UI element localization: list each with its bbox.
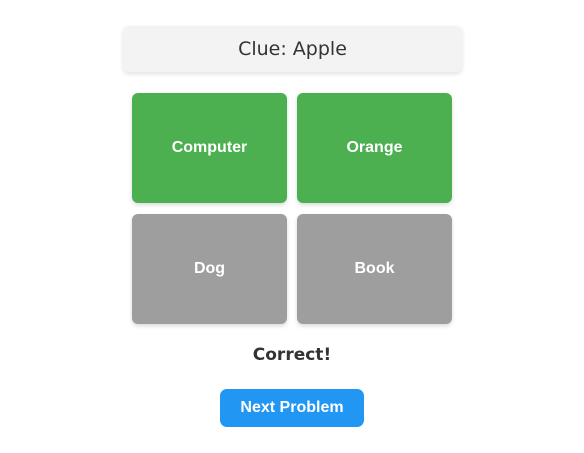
word-card-book[interactable]: Book <box>297 214 452 324</box>
game-board: Clue: Apple Computer Orange Dog Book Cor… <box>0 0 584 453</box>
clue-text: Clue: Apple <box>238 38 347 60</box>
word-card-computer[interactable]: Computer <box>132 93 287 203</box>
word-card-label: Dog <box>193 260 226 277</box>
word-card-label: Orange <box>346 139 403 156</box>
word-card-grid: Computer Orange Dog Book <box>132 93 452 324</box>
word-card-label: Computer <box>171 139 248 156</box>
clue-banner: Clue: Apple <box>123 26 462 72</box>
word-card-orange[interactable]: Orange <box>297 93 452 203</box>
word-card-dog[interactable]: Dog <box>132 214 287 324</box>
word-card-label: Book <box>354 260 395 277</box>
next-problem-button[interactable]: Next Problem <box>220 389 364 427</box>
result-message: Correct! <box>252 345 332 365</box>
